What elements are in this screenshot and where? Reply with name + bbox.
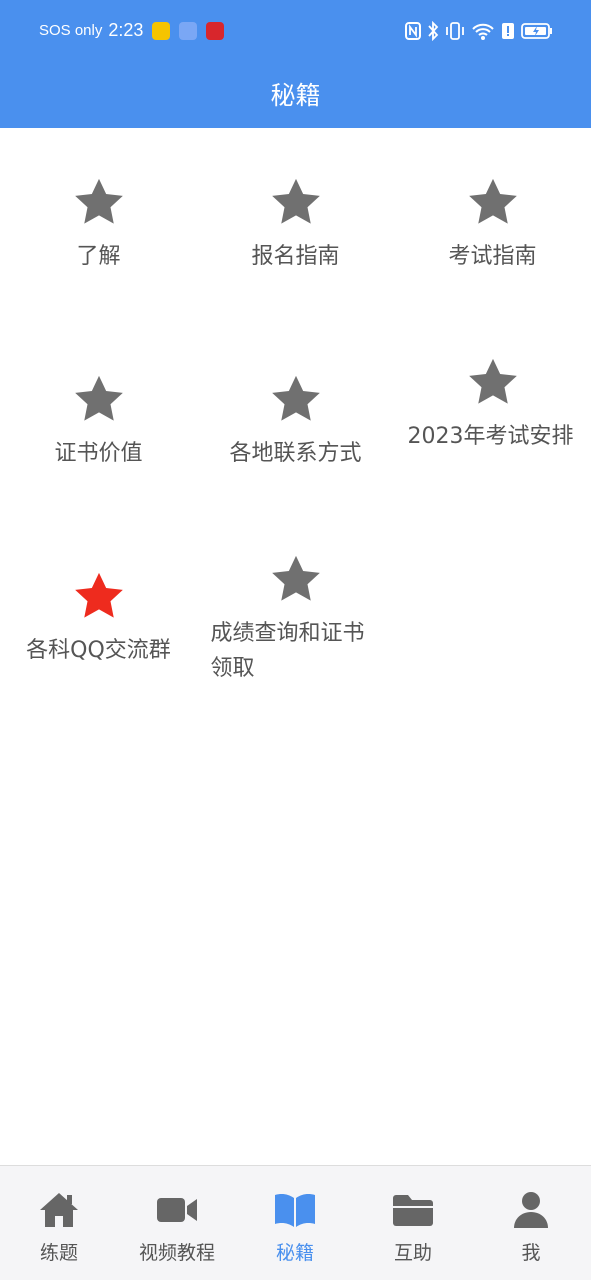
tab-label: 我 [521, 1242, 541, 1264]
tab-label: 互助 [393, 1242, 432, 1264]
battery-charging-icon [521, 23, 552, 39]
home-icon [40, 1193, 78, 1227]
page-title: 秘籍 [270, 81, 321, 110]
star-shape [468, 358, 517, 404]
star-shape [74, 178, 123, 224]
bluetooth-icon [428, 21, 439, 41]
app-header: SOS only 2:23 秘籍 [0, 0, 591, 128]
star-shape [74, 572, 123, 618]
star-icon [271, 178, 320, 224]
tab-label: 视频教程 [138, 1242, 215, 1264]
star-shape [271, 178, 320, 224]
grid-item-regional-contacts[interactable]: 各地联系方式 [197, 374, 394, 471]
grid-item-registration-guide[interactable]: 报名指南 [197, 177, 394, 274]
grid-item-label: 各科QQ交流群 [26, 638, 171, 663]
tab-me[interactable]: 我 [472, 1166, 590, 1280]
star-icon [468, 178, 517, 224]
tab-mutual-help[interactable]: 互助 [354, 1166, 472, 1280]
tab-video-tutorials[interactable]: 视频教程 [118, 1166, 236, 1280]
grid-item-label: 考试指南 [448, 244, 537, 269]
star-icon [271, 555, 320, 601]
star-shape [468, 178, 517, 224]
grid-item-exam-guide[interactable]: 考试指南 [394, 177, 591, 274]
star-icon [271, 375, 320, 421]
star-shape [74, 375, 123, 421]
grid-item-label: 证书价值 [54, 441, 143, 466]
star-icon [74, 178, 123, 224]
app-notification-icon [206, 21, 225, 40]
grid-item-label: 各地联系方式 [229, 441, 362, 466]
grid-item-qq-groups[interactable]: 各科QQ交流群 [0, 571, 197, 668]
star-icon [74, 572, 123, 618]
alert-icon [502, 23, 514, 39]
tab-secrets[interactable]: 秘籍 [236, 1166, 354, 1280]
star-shape [271, 375, 320, 421]
grid-item-label: 了解 [76, 244, 121, 269]
folder-icon [393, 1195, 433, 1226]
carrier-text: SOS only [39, 22, 103, 39]
star-shape [271, 555, 320, 601]
vibrate-icon [446, 22, 464, 40]
grid-item-about[interactable]: 了解 [0, 177, 197, 274]
user-icon [514, 1192, 548, 1228]
star-icon [74, 375, 123, 421]
tab-label: 秘籍 [275, 1242, 314, 1264]
wifi-icon [472, 23, 494, 40]
open-book-icon [275, 1194, 315, 1227]
status-bar: SOS only 2:23 [0, 18, 591, 48]
grid-item-label: 2023年考试安排 [407, 424, 574, 449]
video-camera-icon [157, 1198, 197, 1222]
bottom-tab-bar: 练题 视频教程 秘籍 互助 我 [0, 1165, 591, 1280]
grid-item-score-inquiry[interactable]: 成绩查询和证书领取 [197, 554, 394, 686]
app-notification-icon [179, 21, 198, 40]
grid-item-label: 报名指南 [251, 244, 340, 269]
tab-label: 练题 [39, 1242, 78, 1264]
nfc-icon [405, 22, 421, 40]
tab-practice[interactable]: 练题 [0, 1166, 118, 1280]
grid-item-label: 成绩查询和证书领取 [210, 621, 365, 681]
clock-time: 2:23 [108, 20, 144, 40]
grid-item-certificate-value[interactable]: 证书价值 [0, 374, 197, 471]
app-notification-icon [152, 21, 171, 40]
star-icon [468, 358, 517, 404]
grid-item-exam-schedule[interactable]: 2023年考试安排 [394, 357, 591, 454]
